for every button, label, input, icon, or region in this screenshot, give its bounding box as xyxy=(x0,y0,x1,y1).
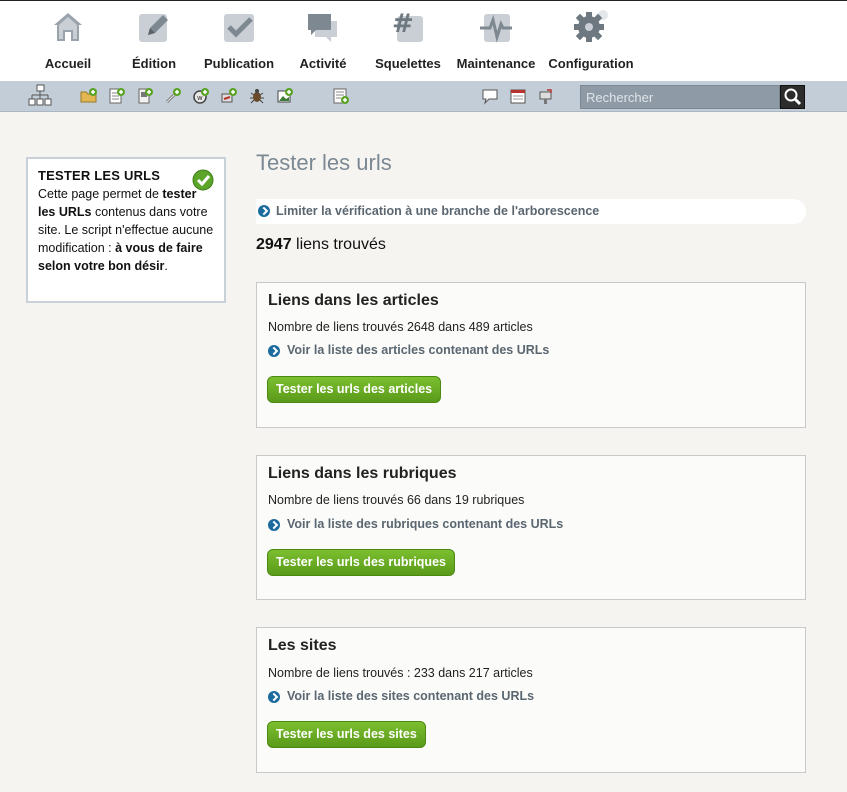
arrow-right-icon xyxy=(268,691,280,703)
new-site-icon[interactable] xyxy=(220,87,238,105)
nav-label-publication: Publication xyxy=(203,56,275,71)
card-title: Les sites xyxy=(268,637,337,654)
card-rubriques: Liens dans les rubriques Nombre de liens… xyxy=(256,455,806,600)
view-articles-link[interactable]: Voir la liste des articles contenant des… xyxy=(268,343,549,357)
card-title: Liens dans les articles xyxy=(268,292,439,309)
nav-item-activite[interactable]: Activité xyxy=(293,1,353,82)
search-input[interactable] xyxy=(580,85,780,109)
hash-icon: # xyxy=(392,9,423,42)
branch-limit-label: Limiter la vérification à une branche de… xyxy=(276,204,600,218)
arrow-right-icon xyxy=(268,519,280,531)
pulse-icon xyxy=(480,14,512,43)
links-count: 2947 liens trouvés xyxy=(256,236,386,253)
new-page-icon[interactable] xyxy=(136,87,154,105)
bug-icon[interactable] xyxy=(248,87,266,105)
top-navigation: Accueil Édition Publication Activité # S… xyxy=(0,0,847,81)
arrow-right-icon xyxy=(268,345,280,357)
nav-label-squelettes: Squelettes xyxy=(375,56,441,71)
test-articles-button[interactable]: Tester les urls des articles xyxy=(267,376,442,403)
nav-label-activite: Activité xyxy=(299,56,347,71)
info-box-text: Cette page permet de tester les URLs con… xyxy=(38,187,214,273)
test-rubriques-button[interactable]: Tester les urls des rubriques xyxy=(267,549,455,576)
svg-text:w: w xyxy=(197,94,203,102)
nav-item-edition[interactable]: Édition xyxy=(124,1,184,82)
mailbox-icon[interactable] xyxy=(537,87,555,105)
checkmark-icon xyxy=(224,14,254,42)
new-link-icon[interactable] xyxy=(164,87,182,105)
new-folder-icon[interactable] xyxy=(80,87,98,105)
nav-item-configuration[interactable]: Configuration xyxy=(546,1,636,82)
home-icon xyxy=(54,13,82,41)
card-count-text: Nombre de liens trouvés 66 dans 19 rubri… xyxy=(268,493,525,507)
card-sites: Les sites Nombre de liens trouvés : 233 … xyxy=(256,627,806,773)
arrow-right-icon xyxy=(258,205,270,217)
comment-icon[interactable] xyxy=(481,87,499,105)
card-articles: Liens dans les articles Nombre de liens … xyxy=(256,282,806,428)
toolbar: w xyxy=(0,81,847,112)
calendar-icon[interactable] xyxy=(509,87,527,105)
page-title: Tester les urls xyxy=(256,150,392,175)
sitemap-icon[interactable] xyxy=(28,84,52,108)
nav-item-maintenance[interactable]: Maintenance xyxy=(456,1,536,82)
test-sites-button[interactable]: Tester les urls des sites xyxy=(267,721,426,748)
chat-bubbles-icon xyxy=(308,14,337,42)
info-box-title: TESTER LES URLS xyxy=(38,168,161,183)
gear-icon xyxy=(574,10,608,42)
card-title: Liens dans les rubriques xyxy=(268,465,457,482)
search-icon xyxy=(784,88,802,106)
new-document-icon[interactable] xyxy=(332,87,350,105)
new-image-icon[interactable] xyxy=(276,87,294,105)
search-button[interactable] xyxy=(780,85,805,109)
view-rubriques-link[interactable]: Voir la liste des rubriques contenant de… xyxy=(268,517,563,531)
new-breve-icon[interactable]: w xyxy=(192,87,210,105)
nav-item-squelettes[interactable]: # Squelettes xyxy=(373,1,443,82)
nav-label-maintenance: Maintenance xyxy=(456,56,536,71)
nav-item-accueil[interactable]: Accueil xyxy=(38,1,98,82)
nav-item-publication[interactable]: Publication xyxy=(201,1,277,82)
svg-text:#: # xyxy=(392,9,414,39)
info-box: TESTER LES URLS Cette page permet de tes… xyxy=(26,157,226,303)
card-count-text: Nombre de liens trouvés 2648 dans 489 ar… xyxy=(268,320,533,334)
view-sites-link[interactable]: Voir la liste des sites contenant des UR… xyxy=(268,689,534,703)
nav-label-accueil: Accueil xyxy=(44,56,92,71)
nav-label-edition: Édition xyxy=(131,56,177,71)
pencil-icon xyxy=(139,14,168,42)
new-article-icon[interactable] xyxy=(108,87,126,105)
card-count-text: Nombre de liens trouvés : 233 dans 217 a… xyxy=(268,666,533,680)
nav-label-configuration: Configuration xyxy=(548,56,634,71)
branch-limit-link[interactable]: Limiter la vérification à une branche de… xyxy=(256,199,806,224)
check-circle-icon xyxy=(192,169,214,191)
